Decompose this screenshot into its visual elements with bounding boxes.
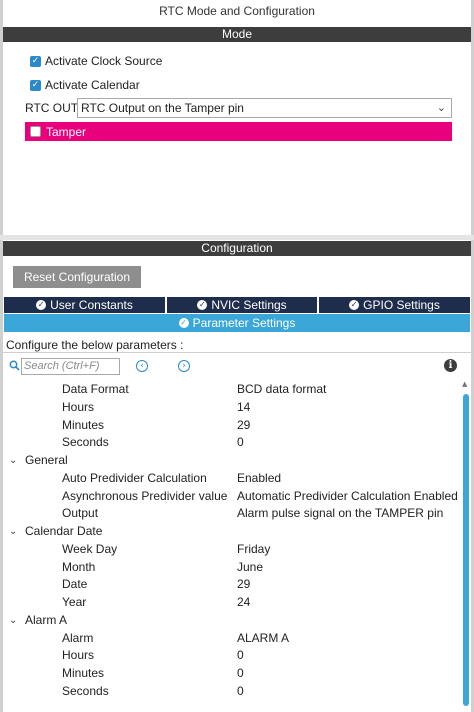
previous-icon[interactable]: ‹ bbox=[136, 360, 148, 372]
reset-configuration-button[interactable]: Reset Configuration bbox=[13, 266, 141, 288]
search-icon bbox=[9, 360, 20, 371]
parameter-value[interactable]: BCD data format bbox=[237, 381, 326, 399]
parameter-row[interactable]: Hours 14 bbox=[3, 399, 459, 417]
check-circle-icon: ✓ bbox=[197, 300, 208, 310]
check-circle-icon: ✓ bbox=[36, 300, 47, 310]
activate-clock-source-row[interactable]: ✓ Activate Clock Source bbox=[30, 54, 162, 68]
parameter-name: Seconds bbox=[62, 435, 109, 450]
checkbox-unchecked-icon[interactable] bbox=[30, 126, 41, 137]
parameter-row[interactable]: Minutes 0 bbox=[3, 665, 459, 683]
parameter-value[interactable]: 0 bbox=[237, 434, 244, 452]
tab-label: NVIC Settings bbox=[211, 298, 287, 312]
parameter-value[interactable]: June bbox=[237, 559, 263, 577]
parameter-row[interactable]: Week Day Friday bbox=[3, 541, 459, 559]
chevron-down-icon[interactable]: ⌄ bbox=[9, 612, 17, 630]
tab-parameter-settings[interactable]: ✓ Parameter Settings bbox=[4, 314, 470, 332]
parameter-row[interactable]: Month June bbox=[3, 559, 459, 577]
parameter-row[interactable]: Alarm ALARM A bbox=[3, 630, 459, 648]
parameter-value[interactable]: Automatic Predivider Calculation Enabled bbox=[237, 488, 458, 506]
window-title: RTC Mode and Configuration bbox=[159, 4, 315, 18]
chevron-down-icon[interactable]: ⌄ bbox=[437, 99, 446, 117]
rtc-out-selected-value: RTC Output on the Tamper pin bbox=[81, 101, 244, 115]
parameter-row[interactable]: Hours 0 bbox=[3, 647, 459, 665]
tree-group-row[interactable]: ⌄ General bbox=[3, 452, 459, 470]
parameter-name: Month bbox=[62, 559, 96, 574]
chevron-down-icon[interactable]: ⌄ bbox=[9, 523, 17, 541]
configuration-header: Configuration bbox=[3, 241, 471, 256]
parameter-value[interactable]: 29 bbox=[237, 576, 250, 594]
parameter-name: Asynchronous Predivider value bbox=[62, 488, 228, 503]
tamper-row[interactable]: Tamper bbox=[25, 122, 452, 141]
tamper-label: Tamper bbox=[46, 124, 87, 139]
parameter-row[interactable]: Year 24 bbox=[3, 594, 459, 612]
parameter-row[interactable]: Asynchronous Predivider value Automatic P… bbox=[3, 488, 459, 506]
activate-calendar-label: Activate Calendar bbox=[45, 78, 140, 92]
parameter-value[interactable]: 0 bbox=[237, 647, 244, 665]
group-name: General bbox=[25, 453, 68, 467]
vertical-scrollbar[interactable]: ▲ bbox=[462, 380, 470, 707]
tab-gpio-settings[interactable]: ✓ GPIO Settings bbox=[319, 297, 470, 313]
check-circle-icon: ✓ bbox=[178, 318, 189, 328]
parameter-value[interactable]: Enabled bbox=[237, 470, 281, 488]
parameter-name: Hours bbox=[62, 648, 95, 663]
tab-label: User Constants bbox=[50, 298, 133, 312]
activate-calendar-row[interactable]: ✓ Activate Calendar bbox=[30, 78, 140, 92]
parameter-row[interactable]: Output Alarm pulse signal on the TAMPER p… bbox=[3, 505, 459, 523]
parameter-value[interactable]: Friday bbox=[237, 541, 270, 559]
parameter-row[interactable]: Seconds 0 bbox=[3, 683, 459, 701]
tree-group-row[interactable]: ⌄ Calendar Date bbox=[3, 523, 459, 541]
parameter-name: Week Day bbox=[62, 541, 118, 556]
separator bbox=[3, 352, 471, 353]
parameter-row[interactable]: Date 29 bbox=[3, 576, 459, 594]
parameter-name: Auto Predivider Calculation bbox=[62, 470, 207, 485]
search-input[interactable]: Search (Ctrl+F) bbox=[21, 358, 120, 375]
parameter-row[interactable]: Seconds 0 bbox=[3, 434, 459, 452]
parameter-name: Year bbox=[62, 595, 87, 609]
group-name: Alarm A bbox=[25, 612, 68, 627]
checkbox-checked-icon[interactable]: ✓ bbox=[30, 55, 41, 67]
tab-user-constants[interactable]: ✓ User Constants bbox=[4, 297, 165, 313]
activate-clock-source-label: Activate Clock Source bbox=[45, 54, 163, 68]
tab-label: GPIO Settings bbox=[363, 298, 440, 312]
parameter-value[interactable]: 0 bbox=[237, 683, 244, 701]
info-icon[interactable]: i bbox=[444, 359, 457, 372]
parameter-value[interactable]: 0 bbox=[237, 665, 244, 683]
rtc-out-select[interactable]: RTC Output on the Tamper pin ⌄ bbox=[77, 98, 452, 118]
parameter-value[interactable]: ALARM A bbox=[237, 630, 289, 648]
tab-nvic-settings[interactable]: ✓ NVIC Settings bbox=[167, 297, 317, 313]
parameter-row[interactable]: Minutes 29 bbox=[3, 417, 459, 435]
chevron-down-icon[interactable]: ⌄ bbox=[9, 452, 17, 470]
parameter-value[interactable]: 29 bbox=[237, 417, 250, 435]
parameter-tree: Data Format BCD data format Hours 14 Minutes… bbox=[3, 381, 459, 701]
tab-label: Parameter Settings bbox=[192, 316, 296, 330]
scroll-thumb[interactable] bbox=[463, 394, 469, 706]
configure-instruction: Configure the below parameters : bbox=[6, 338, 184, 352]
parameter-name: Date bbox=[62, 577, 88, 592]
parameter-value[interactable]: Alarm pulse signal on the TAMPER pin bbox=[237, 505, 443, 523]
rtc-out-label: RTC OUT bbox=[25, 101, 79, 115]
parameter-name: Alarm bbox=[62, 630, 94, 645]
parameter-value[interactable]: 14 bbox=[237, 399, 250, 417]
parameter-name: Output bbox=[62, 506, 99, 521]
check-circle-icon: ✓ bbox=[349, 300, 360, 310]
parameter-value[interactable]: 24 bbox=[237, 594, 250, 612]
parameter-name: Minutes bbox=[62, 417, 105, 432]
checkbox-checked-icon[interactable]: ✓ bbox=[30, 79, 41, 91]
tree-group-row[interactable]: ⌄ Alarm A bbox=[3, 612, 459, 630]
parameter-row[interactable]: Data Format BCD data format bbox=[3, 381, 459, 399]
next-icon[interactable]: › bbox=[178, 360, 190, 372]
scroll-up-icon[interactable]: ▲ bbox=[462, 380, 467, 388]
mode-header: Mode bbox=[3, 27, 471, 42]
parameter-name: Data Format bbox=[62, 382, 129, 396]
parameter-name: Seconds bbox=[62, 683, 109, 698]
parameter-name: Hours bbox=[62, 399, 95, 414]
parameter-row[interactable]: Auto Predivider Calculation Enabled bbox=[3, 470, 459, 488]
parameter-name: Minutes bbox=[62, 666, 105, 680]
group-name: Calendar Date bbox=[25, 524, 103, 538]
